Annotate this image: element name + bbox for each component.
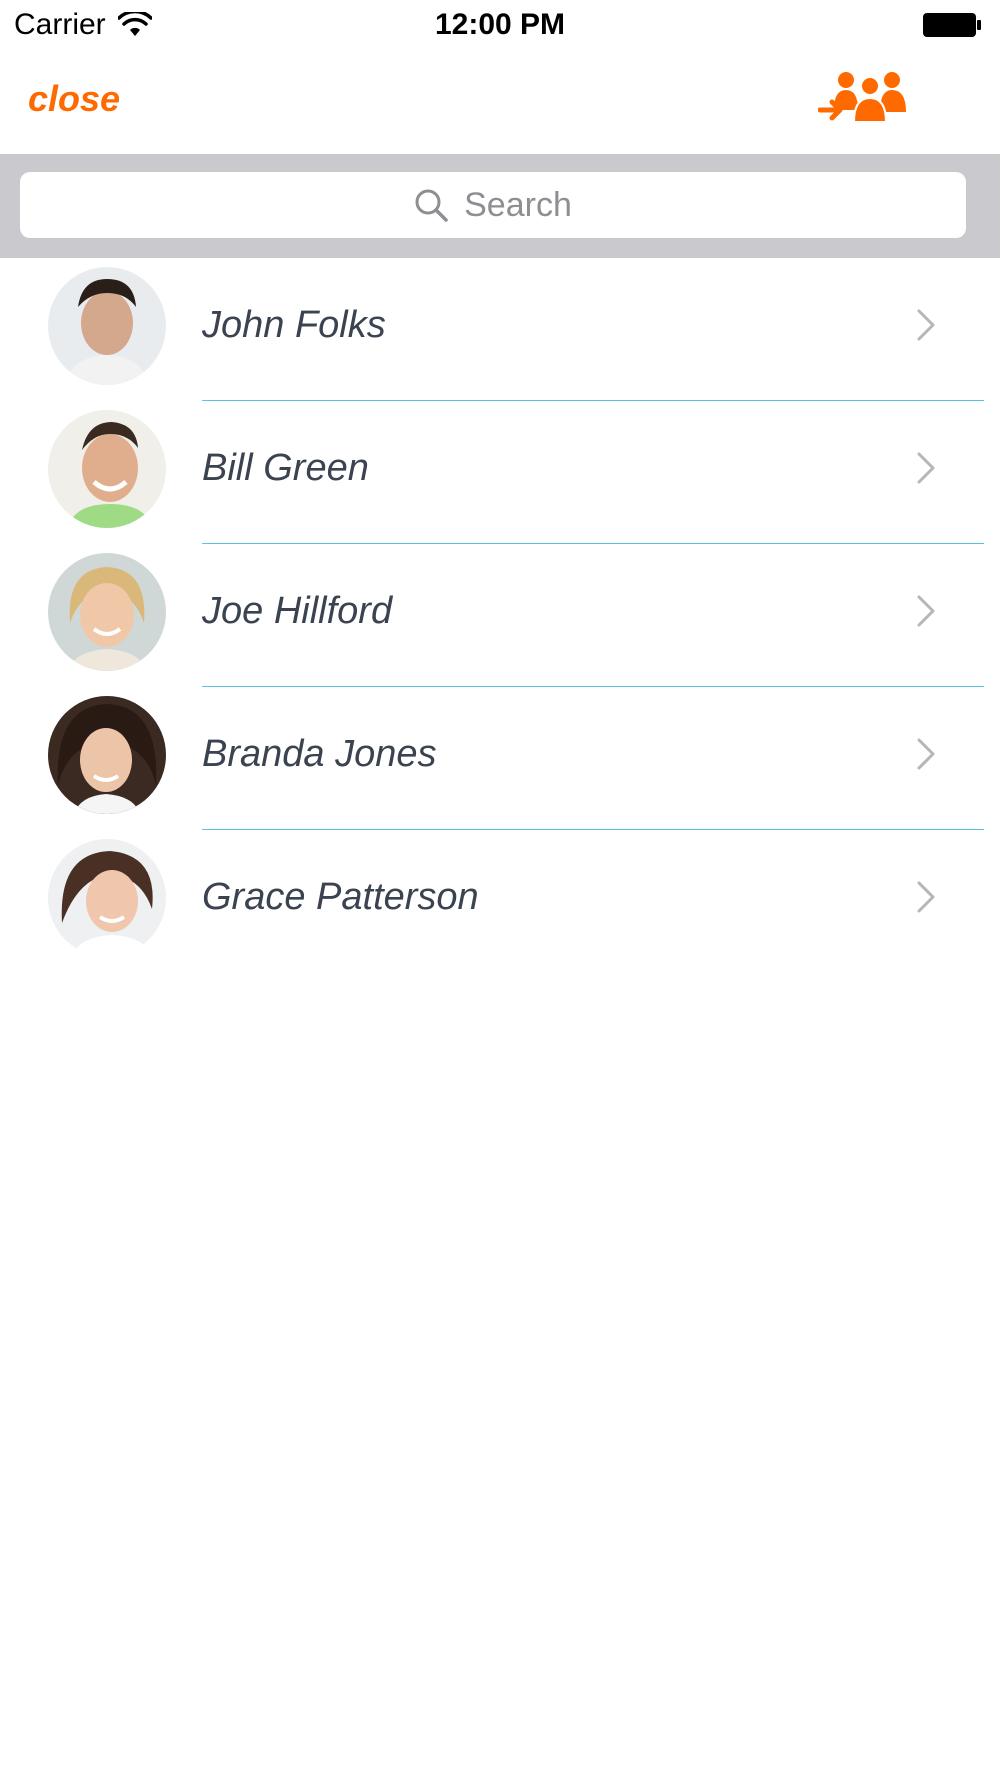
search-bar: Search bbox=[0, 154, 1000, 258]
contact-name: Joe Hillford bbox=[202, 590, 393, 632]
status-time: 12:00 PM bbox=[434, 8, 566, 41]
search-input[interactable]: Search bbox=[20, 172, 966, 238]
status-bar: Carrier 12:00 PM bbox=[0, 0, 1000, 52]
avatar bbox=[48, 410, 166, 528]
chevron-right-icon bbox=[917, 881, 935, 913]
avatar bbox=[48, 839, 166, 957]
group-add-icon[interactable] bbox=[818, 70, 918, 132]
avatar bbox=[48, 553, 166, 671]
close-button[interactable]: close bbox=[28, 78, 120, 120]
contact-name: Branda Jones bbox=[202, 733, 437, 775]
battery-icon bbox=[923, 13, 981, 37]
chevron-right-icon bbox=[917, 309, 935, 341]
avatar bbox=[48, 267, 166, 385]
chevron-right-icon bbox=[917, 738, 935, 770]
list-item[interactable]: Joe Hillford bbox=[0, 544, 984, 687]
chevron-right-icon bbox=[917, 452, 935, 484]
list-item[interactable]: Grace Patterson bbox=[0, 830, 984, 973]
list-item[interactable]: John Folks bbox=[0, 258, 984, 401]
search-placeholder: Search bbox=[464, 185, 572, 224]
contact-name: John Folks bbox=[202, 304, 386, 346]
contact-list: John Folks Bill Green Joe Hillford Brand… bbox=[0, 258, 984, 973]
avatar bbox=[48, 696, 166, 814]
search-icon bbox=[415, 189, 448, 222]
chevron-right-icon bbox=[917, 595, 935, 627]
contact-name: Grace Patterson bbox=[202, 876, 479, 918]
contact-name: Bill Green bbox=[202, 447, 369, 489]
nav-bar: close bbox=[0, 52, 1000, 154]
list-item[interactable]: Bill Green bbox=[0, 401, 984, 544]
list-item[interactable]: Branda Jones bbox=[0, 687, 984, 830]
